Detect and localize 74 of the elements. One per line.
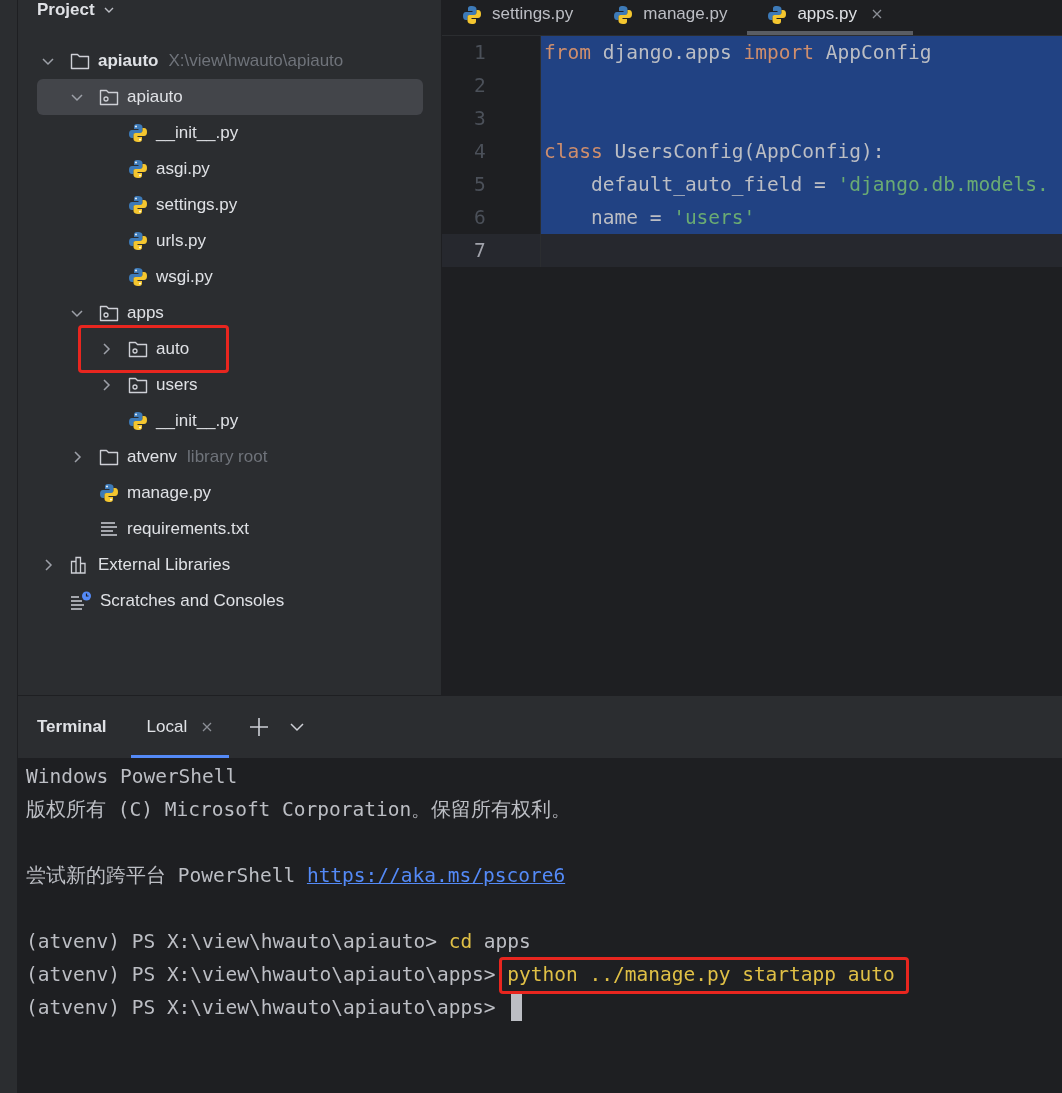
tree-item[interactable]: apps bbox=[37, 295, 423, 331]
tree-item-label: apiauto bbox=[127, 87, 183, 107]
package-folder-icon bbox=[99, 303, 119, 323]
tab-label: manage.py bbox=[643, 4, 728, 24]
tree-item-label: settings.py bbox=[156, 195, 238, 215]
terminal-text: Windows PowerShell bbox=[26, 765, 238, 788]
tree-item-label: apps bbox=[127, 303, 164, 323]
tree-item[interactable]: settings.py bbox=[37, 187, 423, 223]
tree-item[interactable]: requirements.txt bbox=[37, 511, 423, 547]
folder-icon bbox=[70, 51, 90, 71]
python-file-icon bbox=[462, 5, 482, 25]
tree-item-label: __init__.py bbox=[156, 123, 239, 143]
editor-tab[interactable]: settings.py bbox=[442, 0, 594, 35]
panel-title[interactable]: Project bbox=[37, 0, 95, 20]
tree-item-label: manage.py bbox=[127, 483, 212, 503]
tree-item[interactable]: External Libraries bbox=[37, 547, 423, 583]
tree-item[interactable]: users bbox=[37, 367, 423, 403]
terminal-text: 尝试新的跨平台 PowerShell bbox=[26, 863, 297, 889]
text-file-icon bbox=[99, 519, 119, 539]
terminal-text: apps bbox=[482, 930, 531, 953]
path-hint: library root bbox=[187, 447, 268, 467]
python-file-icon bbox=[128, 267, 148, 287]
scratches-icon bbox=[70, 591, 92, 611]
package-folder-icon bbox=[128, 339, 148, 359]
tree-item-label: Scratches and Consoles bbox=[100, 591, 285, 611]
tree-item[interactable]: __init__.py bbox=[37, 403, 423, 439]
command-text: cd bbox=[448, 930, 473, 953]
package-folder-icon bbox=[128, 375, 148, 395]
python-file-icon bbox=[767, 5, 788, 25]
tree-item-label: users bbox=[156, 375, 198, 395]
tree-item-label: urls.py bbox=[156, 231, 207, 251]
python-file-icon bbox=[128, 411, 148, 431]
tab-label: apps.py bbox=[797, 4, 857, 24]
tree-item[interactable]: atvenv library root bbox=[37, 439, 423, 475]
link[interactable]: https://aka.ms/pscore6 bbox=[306, 864, 566, 887]
python-file-icon bbox=[128, 195, 148, 215]
python-file-icon bbox=[128, 123, 148, 143]
package-folder-icon bbox=[99, 87, 119, 107]
terminal-text: (atvenv) PS X:\view\hwauto\apiauto\apps> bbox=[26, 996, 497, 1019]
tree-item[interactable]: urls.py bbox=[37, 223, 423, 259]
tree-item[interactable]: __init__.py bbox=[37, 115, 423, 151]
close-icon[interactable] bbox=[201, 721, 214, 733]
tree-item[interactable]: manage.py bbox=[37, 475, 423, 511]
tree-item[interactable]: apiauto X:\view\hwauto\apiauto bbox=[37, 43, 423, 79]
terminal-text: 版权所有 (C) Microsoft Corporation。保留所有权利。 bbox=[26, 797, 572, 823]
tree-item-label: External Libraries bbox=[98, 555, 231, 575]
editor-tab[interactable]: manage.py bbox=[593, 0, 748, 35]
python-file-icon bbox=[128, 231, 148, 251]
python-file-icon bbox=[128, 159, 148, 179]
command-text: python ../manage.py startapp auto bbox=[507, 963, 895, 986]
terminal-text: (atvenv) PS X:\view\hwauto\apiauto> bbox=[26, 930, 438, 953]
tree-item-label: requirements.txt bbox=[127, 519, 249, 539]
tree-item-label: wsgi.py bbox=[156, 267, 213, 287]
tree-item[interactable]: Scratches and Consoles bbox=[37, 583, 423, 619]
path-hint: X:\view\hwauto\apiauto bbox=[168, 51, 344, 71]
tree-item-label: auto bbox=[156, 339, 190, 359]
tree-item[interactable]: auto bbox=[37, 331, 423, 367]
terminal-text: (atvenv) PS X:\view\hwauto\apiauto\apps> bbox=[26, 963, 497, 986]
plus-icon[interactable] bbox=[249, 717, 270, 737]
panel-title: Terminal bbox=[37, 716, 107, 738]
tree-item[interactable]: apiauto bbox=[37, 79, 423, 115]
python-file-icon bbox=[99, 483, 119, 503]
close-icon[interactable] bbox=[870, 8, 883, 20]
tree-item-label: apiauto bbox=[98, 51, 159, 71]
terminal-tab[interactable]: Local bbox=[130, 699, 230, 758]
tree-item-label: asgi.py bbox=[156, 159, 210, 179]
tab-label: Local bbox=[146, 717, 188, 737]
tab-label: settings.py bbox=[492, 4, 574, 24]
tree-item-label: __init__.py bbox=[156, 411, 239, 431]
tree-item-label: atvenv bbox=[127, 447, 178, 467]
tree-item[interactable]: wsgi.py bbox=[37, 259, 423, 295]
folder-icon bbox=[99, 447, 119, 467]
python-file-icon bbox=[613, 5, 634, 25]
tree-item[interactable]: asgi.py bbox=[37, 151, 423, 187]
